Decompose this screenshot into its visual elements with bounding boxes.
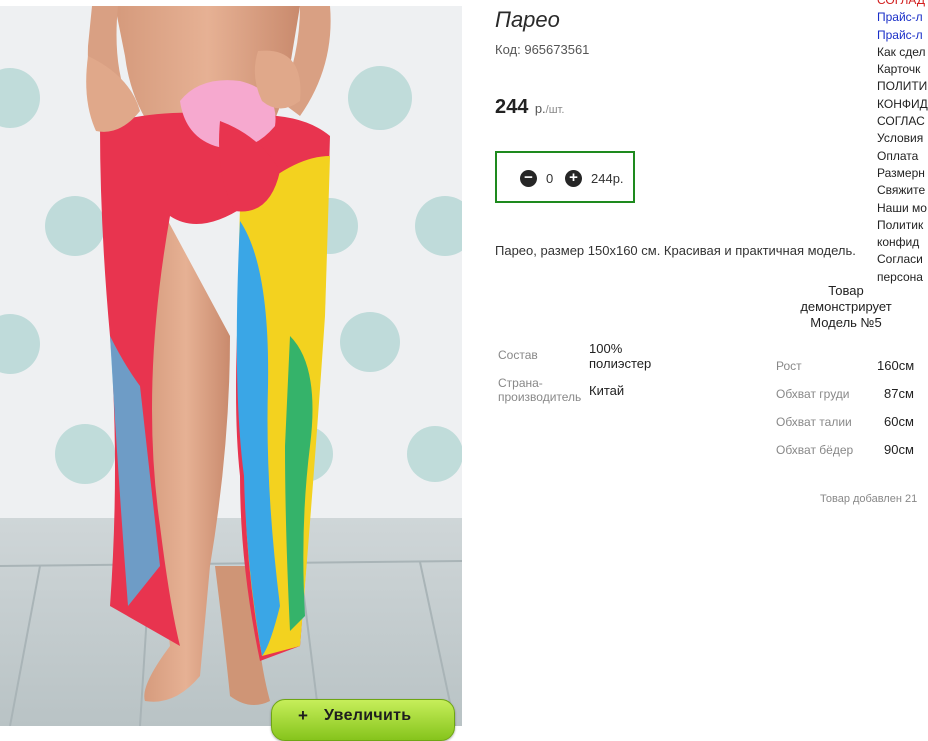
model-title: Товар демонстрирует Модель №5 [800, 283, 892, 330]
model-param-label: Обхват талии [776, 415, 852, 429]
product-description: Парео, размер 150х160 см. Красивая и пра… [495, 243, 856, 258]
model-param-label: Обхват бёдер [776, 443, 854, 457]
side-link[interactable]: Прайс-л [877, 27, 928, 44]
plus-icon: + [569, 169, 578, 186]
zoom-button[interactable]: + Увеличить [271, 699, 455, 741]
side-link[interactable]: КОНФИД [877, 96, 928, 113]
side-link[interactable]: персона [877, 269, 928, 286]
model-param-label: Рост [776, 359, 802, 373]
product-photo[interactable] [0, 6, 462, 726]
model-param-value: 60см [884, 414, 914, 429]
price-currency: р. [534, 101, 546, 116]
property-value: 100% полиэстер [589, 341, 652, 371]
model-param-label: Обхват груди [776, 387, 850, 401]
minus-icon: − [524, 169, 533, 186]
quantity-total: 244р. [591, 171, 624, 186]
product-title: Парео [495, 7, 560, 32]
side-link[interactable]: Размерн [877, 165, 928, 182]
side-link[interactable]: СОГЛАД [877, 0, 928, 9]
model-param-value: 90см [884, 442, 914, 457]
side-link[interactable]: ПОЛИТИ [877, 78, 928, 95]
model-param-value: 87см [884, 386, 914, 401]
property-value: Китай [589, 383, 625, 398]
side-link[interactable]: Согласи [877, 251, 928, 268]
increase-quantity-button[interactable]: + [565, 170, 582, 187]
side-link[interactable]: СОГЛАС [877, 113, 928, 130]
product-photo-illustration [0, 6, 462, 726]
side-link[interactable]: Политик [877, 217, 928, 234]
quantity-selector: − 0 + 244р. [495, 151, 635, 203]
side-link[interactable]: Как сдел [877, 44, 928, 61]
product-code: Код: 965673561 [495, 42, 589, 57]
quantity-value: 0 [546, 171, 554, 186]
side-link[interactable]: Оплата [877, 148, 928, 165]
model-param-value: 160см [877, 358, 915, 373]
side-link[interactable]: Условия [877, 130, 928, 147]
added-date: Товар добавлен 21 [820, 493, 918, 505]
price-value: 244 [495, 96, 529, 118]
property-label: Страна-производитель [498, 376, 582, 404]
product-code-label: Код: [495, 42, 521, 57]
zoom-button-label: Увеличить [324, 707, 412, 724]
product-code-value: 965673561 [524, 42, 590, 57]
side-link[interactable]: конфид [877, 234, 928, 251]
side-links: СОГЛАД Прайс-л Прайс-л Как сдел Карточк ПОЛИТ… [877, 0, 928, 286]
side-link[interactable]: Наши мо [877, 200, 928, 217]
price-unit: /шт. [545, 104, 565, 116]
property-label: Состав [498, 348, 538, 362]
plus-icon: + [298, 706, 308, 725]
side-link[interactable]: Свяжите [877, 182, 928, 199]
side-link[interactable]: Прайс-л [877, 9, 928, 26]
decrease-quantity-button[interactable]: − [520, 170, 537, 187]
side-link[interactable]: Карточк [877, 61, 928, 78]
product-price: 244 р./шт. [495, 96, 564, 119]
